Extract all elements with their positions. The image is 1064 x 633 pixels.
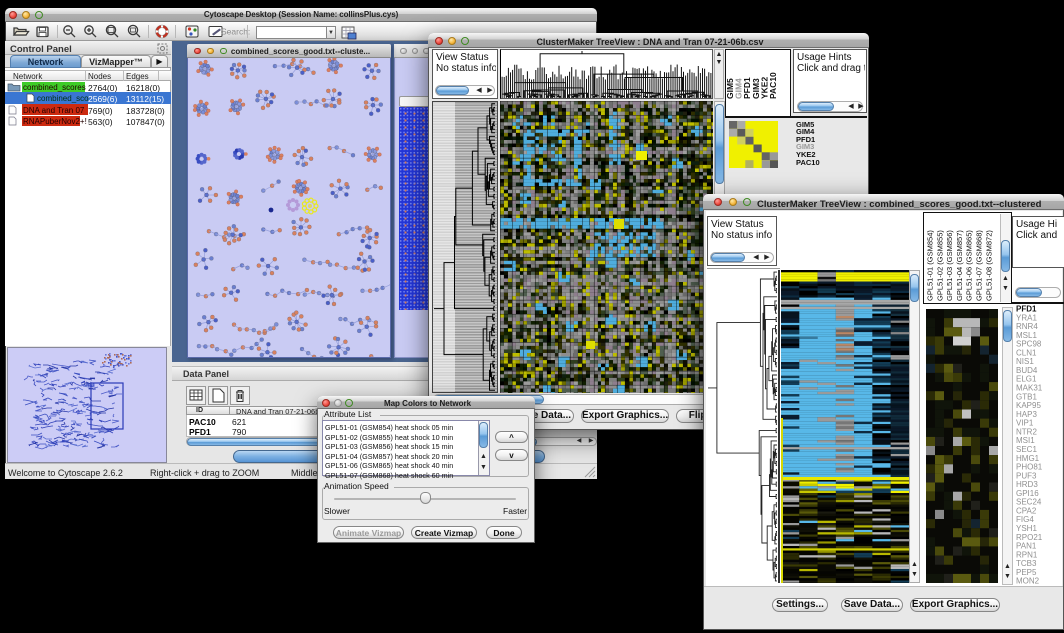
svg-text:PAC10: PAC10 <box>768 72 778 99</box>
svg-text:Search:: Search: <box>221 27 250 37</box>
